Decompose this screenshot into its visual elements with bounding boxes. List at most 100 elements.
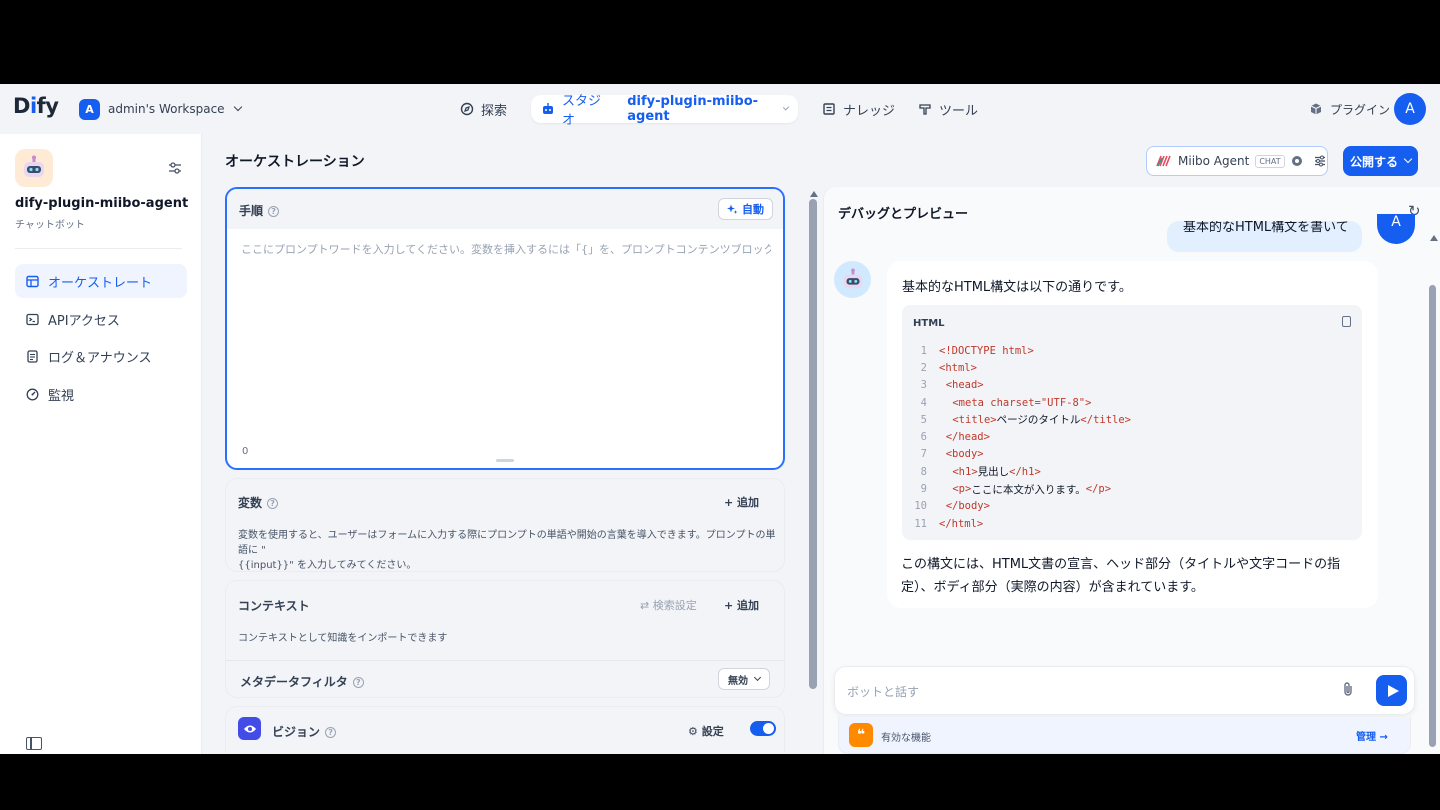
sidebar-item-label: オーケストレート (48, 275, 153, 291)
context-label: コンテキスト (238, 599, 310, 613)
code-line: 4 <meta charset="UTF-8"> (902, 394, 1362, 411)
line-number: 11 (914, 517, 927, 530)
vision-settings-button[interactable]: ⚙ 設定 (688, 723, 724, 739)
chat-scrollbar[interactable] (1429, 285, 1436, 747)
bot-answer: 基本的なHTML構文は以下の通りです。 HTML 1 <!DOCTYPE html… (887, 261, 1378, 608)
nav-plugins[interactable]: プラグイン (1299, 95, 1400, 123)
app-name: dify-plugin-miibo-agent (15, 196, 189, 211)
code-line: 8 <h1> 見出し </h1> (902, 463, 1362, 480)
sidebar-item-logs[interactable]: ログ＆アナウンス (15, 339, 187, 373)
app-screen: Dify A admin's Workspace 探索 スタジオ dify-pl… (0, 84, 1440, 754)
line-number: 8 (920, 465, 927, 478)
nav-tools[interactable]: ツール (908, 95, 988, 123)
app-icon (15, 149, 53, 187)
compass-icon (460, 102, 474, 116)
add-variable-button[interactable]: + 追加 (724, 494, 759, 510)
retrieval-settings-button[interactable]: ⇄ 検索設定 (640, 597, 697, 613)
scroll-up-arrow[interactable] (810, 191, 818, 197)
char-count: 0 (242, 446, 249, 457)
code-token: <head> (945, 379, 984, 392)
code-line: 5 <title> ページのタイトル </title> (902, 411, 1362, 428)
code-lines: 1 <!DOCTYPE html> 2 <html> 3 <head> 4 <meta c… (902, 342, 1362, 532)
layout-icon (26, 275, 39, 287)
dify-logo[interactable]: Dify (13, 94, 59, 118)
line-number: 3 (920, 379, 927, 392)
vision-label: ビジョン? (272, 723, 337, 740)
scroll-up-arrow[interactable] (1430, 235, 1438, 241)
code-token: <meta charset="UTF-8"> (952, 396, 1092, 409)
copy-icon[interactable] (1342, 316, 1351, 327)
workspace-switcher[interactable]: A admin's Workspace (79, 97, 242, 121)
code-token: </head> (945, 431, 990, 444)
sidebar-item-label: ログ＆アナウンス (48, 350, 152, 366)
code-token: <title> (952, 413, 997, 426)
sidebar-item-api[interactable]: APIアクセス (15, 302, 187, 336)
code-block: HTML 1 <!DOCTYPE html> 2 <html> 3 <head> 4 <m… (902, 305, 1362, 540)
help-icon: ? (352, 677, 364, 688)
manage-features-link[interactable]: 管理 → (1356, 728, 1388, 743)
sidebar-item-orchestrate[interactable]: オーケストレート (15, 264, 187, 298)
instructions-header: 手順? 自動 (227, 189, 783, 229)
context-description: コンテキストとして知識をインポートできます (238, 633, 448, 644)
doc-icon (27, 349, 38, 363)
auto-generate-button[interactable]: 自動 (718, 198, 773, 220)
nav-explore[interactable]: 探索 (450, 95, 517, 123)
miibo-logo-icon (1156, 155, 1171, 167)
code-line: 2 <html> (902, 359, 1362, 376)
prompt-placeholder[interactable]: ここにプロンプトワードを入力してください。変数を挿入するには「{」を、プロンプト… (241, 241, 771, 257)
variables-description: 変数を使用すると、ユーザーはフォームに入力する際にプロンプトの単語や開始の言葉を… (238, 530, 776, 571)
add-context-button[interactable]: + 追加 (724, 597, 759, 613)
instructions-editor[interactable]: 手順? 自動 ここにプロンプトワードを入力してください。変数を挿入するには「{」… (225, 187, 785, 470)
code-token: <html> (939, 361, 977, 374)
code-token: <!DOCTYPE html> (939, 344, 1034, 357)
line-number: 10 (914, 500, 927, 513)
workspace-name: admin's Workspace (108, 102, 225, 116)
publish-button[interactable]: 公開する (1343, 146, 1418, 176)
code-line: 3 <head> (902, 377, 1362, 394)
resize-handle[interactable] (496, 459, 514, 462)
current-app-name[interactable]: dify-plugin-miibo-agent (627, 94, 774, 124)
page-title: オーケストレーション (225, 154, 365, 170)
vision-card: ビジョン? ⚙ 設定 (225, 706, 785, 752)
paperclip-icon[interactable] (1341, 681, 1355, 701)
model-selector[interactable]: Miibo Agent CHAT (1146, 146, 1328, 176)
sidebar-item-label: APIアクセス (48, 313, 120, 329)
line-number: 4 (920, 396, 927, 409)
nav-knowledge[interactable]: ナレッジ (812, 95, 905, 123)
nav-explore-label: 探索 (481, 103, 508, 119)
vision-toggle[interactable] (750, 721, 776, 736)
code-token: </html> (939, 517, 984, 530)
nav-studio[interactable]: スタジオ dify-plugin-miibo-agent (531, 94, 798, 128)
user-avatar: A (1377, 214, 1415, 244)
code-line: 9 <p> ここに本文が入ります。 </p> (902, 480, 1362, 497)
collapse-sidebar-icon[interactable] (26, 737, 42, 750)
line-number: 7 (920, 448, 927, 461)
monitor-icon (26, 388, 39, 400)
line-number: 2 (920, 361, 927, 374)
chevron-down-icon[interactable] (782, 103, 790, 111)
user-avatar[interactable]: A (1394, 93, 1426, 125)
scrollbar[interactable] (809, 199, 817, 689)
code-line: 6 </head> (902, 428, 1362, 445)
cube-icon (1309, 102, 1323, 116)
features-bar: ❝ 有効な機能 管理 → (838, 717, 1411, 754)
chat-input[interactable]: ボットと話す (834, 666, 1415, 715)
metadata-filter-select[interactable]: 無効 (718, 668, 770, 690)
sliders-icon[interactable] (167, 160, 183, 174)
code-line: 7 <body> (902, 446, 1362, 463)
line-number: 5 (920, 413, 927, 426)
code-token: <body> (945, 448, 984, 461)
sliders-icon[interactable] (1313, 154, 1327, 168)
eye-icon (1291, 156, 1302, 166)
send-button[interactable] (1376, 675, 1407, 706)
chevron-down-icon (753, 673, 762, 681)
chat-input-placeholder[interactable]: ボットと話す (847, 683, 919, 700)
sidebar-item-monitor[interactable]: 監視 (15, 377, 187, 411)
help-icon: ? (325, 727, 337, 738)
auto-label: 自動 (742, 203, 764, 216)
